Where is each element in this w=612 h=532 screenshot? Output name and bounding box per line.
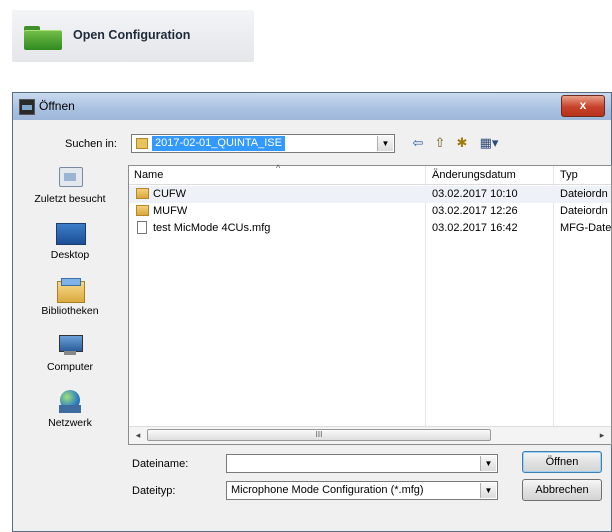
recent-places-icon (55, 165, 85, 191)
close-button[interactable]: x (561, 95, 605, 117)
folder-icon (136, 205, 149, 216)
look-in-value: 2017-02-01_QUINTA_ISE (152, 136, 285, 151)
open-file-dialog: Öffnen x Suchen in: 2017-02-01_QUINTA_IS… (12, 92, 612, 532)
place-computer[interactable]: Computer (19, 333, 121, 373)
file-row[interactable]: CUFW 03.02.2017 10:10 Dateiordn (129, 186, 611, 203)
folder-icon (136, 138, 148, 149)
folder-icon (24, 26, 62, 50)
file-type: MFG-Date (560, 222, 612, 234)
dialog-titlebar: Öffnen x (13, 93, 611, 120)
place-label: Netzwerk (48, 417, 92, 429)
scroll-right-icon[interactable]: ▸ (595, 428, 609, 442)
open-configuration-label: Open Configuration (73, 28, 191, 42)
open-configuration-button[interactable]: Open Configuration (12, 10, 254, 62)
new-folder-icon[interactable]: ✱ (453, 135, 471, 151)
close-icon: x (579, 98, 587, 112)
open-button[interactable]: Öffnen (522, 451, 602, 473)
column-header-name[interactable]: Name (134, 169, 163, 181)
file-type: Dateiordn (560, 188, 608, 200)
place-label: Bibliotheken (41, 305, 99, 317)
place-network[interactable]: Netzwerk (19, 389, 121, 429)
column-header-type[interactable]: Typ (560, 169, 578, 181)
app-icon (19, 99, 35, 115)
look-in-label: Suchen in: (65, 138, 117, 150)
back-arrow-icon[interactable]: ⇦ (409, 135, 427, 151)
file-list[interactable]: Name ^ Änderungsdatum Typ CUFW 03.02.201… (128, 163, 612, 445)
file-name: test MicMode 4CUs.mfg (153, 222, 271, 234)
places-bar: Zuletzt besucht Desktop Bibliotheken Com… (19, 163, 121, 463)
desktop-icon (55, 221, 86, 247)
grip-icon: III (315, 430, 323, 439)
file-row[interactable]: test MicMode 4CUs.mfg 03.02.2017 16:42 M… (129, 220, 611, 237)
file-list-header: Name ^ Änderungsdatum Typ (129, 163, 611, 185)
place-label: Zuletzt besucht (34, 193, 106, 205)
chevron-down-icon[interactable]: ▼ (480, 456, 496, 471)
file-name: CUFW (153, 188, 186, 200)
chevron-down-icon[interactable]: ▼ (480, 483, 496, 498)
file-type: Dateiordn (560, 205, 608, 217)
computer-icon (55, 333, 85, 359)
place-recent[interactable]: Zuletzt besucht (19, 165, 121, 205)
network-icon (55, 389, 85, 415)
folder-icon (136, 188, 149, 199)
filename-label: Dateiname: (132, 458, 189, 470)
column-header-date[interactable]: Änderungsdatum (432, 169, 516, 181)
sort-asc-icon: ^ (276, 163, 281, 173)
document-icon (137, 221, 147, 234)
place-label: Computer (46, 361, 94, 373)
view-menu-icon[interactable]: ▦▾ (475, 135, 503, 151)
filetype-label: Dateityp: (132, 485, 176, 497)
place-libraries[interactable]: Bibliotheken (19, 277, 121, 317)
scrollbar-thumb[interactable]: III (147, 429, 491, 441)
libraries-icon (55, 277, 85, 303)
filename-input[interactable]: ▼ (226, 454, 498, 473)
dialog-title: Öffnen (39, 99, 75, 113)
file-date: 03.02.2017 16:42 (432, 222, 518, 234)
place-label: Desktop (50, 249, 90, 261)
file-date: 03.02.2017 10:10 (432, 188, 518, 200)
file-row[interactable]: MUFW 03.02.2017 12:26 Dateiordn (129, 203, 611, 220)
up-folder-icon[interactable]: ⇧ (431, 135, 449, 151)
look-in-dropdown[interactable]: 2017-02-01_QUINTA_ISE ▼ (131, 134, 395, 153)
scroll-left-icon[interactable]: ◂ (131, 428, 145, 442)
filetype-dropdown[interactable]: Microphone Mode Configuration (*.mfg) ▼ (226, 481, 498, 500)
horizontal-scrollbar[interactable]: ◂ III ▸ (129, 426, 611, 444)
file-name: MUFW (153, 205, 188, 217)
cancel-button[interactable]: Abbrechen (522, 479, 602, 501)
filetype-value: Microphone Mode Configuration (*.mfg) (231, 484, 424, 496)
file-date: 03.02.2017 12:26 (432, 205, 518, 217)
chevron-down-icon[interactable]: ▼ (377, 136, 393, 151)
place-desktop[interactable]: Desktop (19, 221, 121, 261)
